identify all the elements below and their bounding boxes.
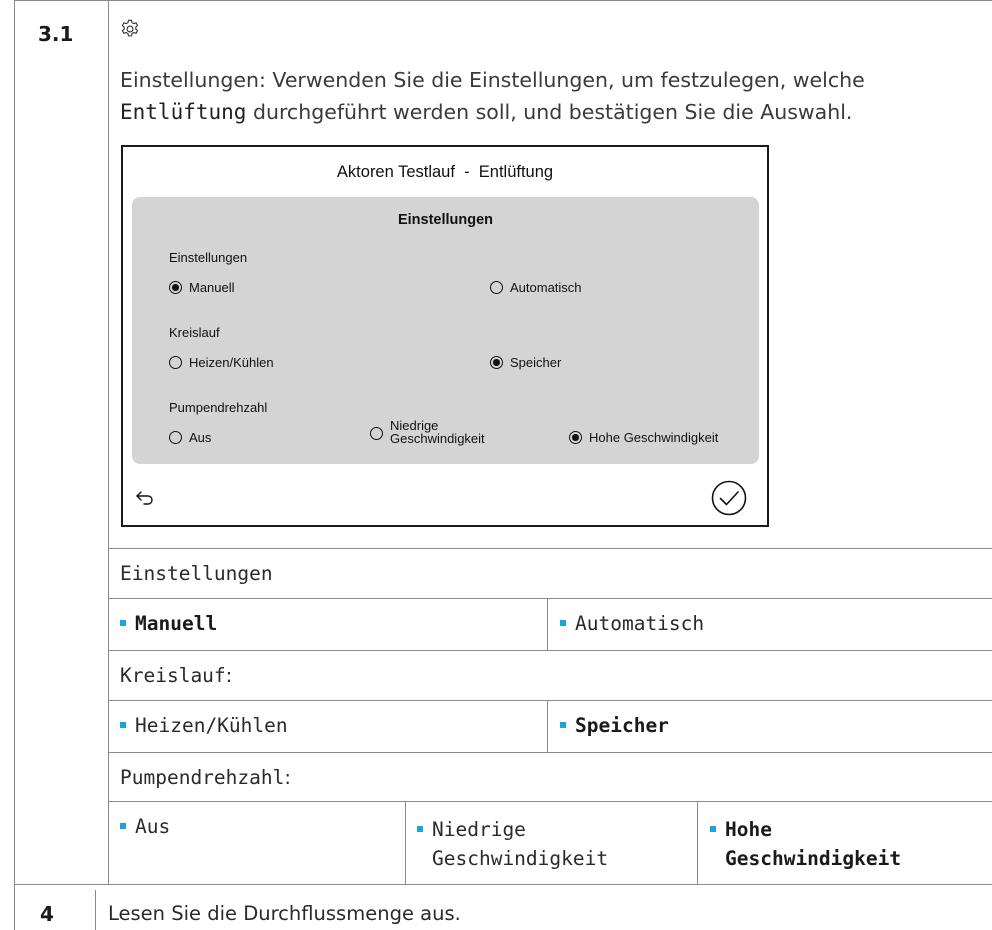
step-4-text: Lesen Sie die Durchflussmenge aus.	[108, 902, 461, 925]
panel-title: Einstellungen	[397, 212, 494, 228]
option-text: Automatisch	[575, 612, 705, 635]
option-label: Hohe Geschwindigkeit	[589, 430, 719, 445]
option-text-line1: Hohe	[725, 818, 772, 841]
row-divider	[108, 752, 992, 753]
screen-title: Aktoren Testlauf - Entlüftung	[336, 163, 554, 181]
option-text-line1: Niedrige	[432, 818, 526, 841]
option-text-line2: Geschwindigkeit	[432, 847, 609, 870]
option-label: Niedrige Geschwindigkeit	[390, 419, 485, 445]
device-screen: Aktoren Testlauf - Entlüftung Einstellun…	[121, 145, 769, 527]
circuit-row-header: Kreislauf:	[120, 664, 232, 687]
option-text-line2: Geschwindigkeit	[725, 847, 902, 870]
step-4-divider	[95, 890, 96, 930]
row-divider	[108, 598, 992, 599]
radio-unselected[interactable]	[169, 356, 182, 369]
back-arrow-icon[interactable]	[135, 489, 155, 505]
settings-row-header: Einstellungen	[120, 562, 273, 585]
option-text: Manuell	[135, 612, 218, 635]
pump-row-header: Pumpendrehzahl:	[120, 766, 291, 789]
bullet-icon	[710, 825, 716, 832]
settings-option-automatisch: Automatisch	[560, 612, 704, 635]
option-text: Speicher	[575, 714, 669, 737]
circuit-option-heizen-kuehlen: Heizen/Kühlen	[120, 714, 288, 737]
radio-selected[interactable]	[169, 281, 182, 294]
instruction-text-after: durchgeführt werden soll, und bestätigen…	[246, 100, 853, 124]
option-niedrige-geschwindigkeit[interactable]: Niedrige Geschwindigkeit	[370, 419, 485, 445]
option-label: Speicher	[510, 355, 562, 370]
option-text: Heizen/Kühlen	[135, 714, 288, 737]
option-label: Manuell	[189, 280, 235, 295]
circuit-header-text: Kreislauf	[120, 664, 226, 687]
option-text: Aus	[135, 815, 171, 838]
table-top-border	[14, 0, 992, 1]
option-label: Heizen/Kühlen	[189, 355, 274, 370]
group-label-pumpendrehzahl: Pumpendrehzahl	[169, 400, 268, 415]
radio-unselected[interactable]	[370, 426, 383, 440]
instruction-text-before: Einstellungen: Verwenden Sie die Einstel…	[120, 68, 865, 92]
step-4-left-border	[14, 884, 15, 930]
radio-selected[interactable]	[569, 431, 582, 444]
bullet-icon	[560, 619, 566, 626]
pump-option-aus: Aus	[120, 815, 170, 838]
option-manuell[interactable]: Manuell	[169, 280, 235, 295]
bullet-icon	[560, 721, 566, 728]
step-3-1-bottom-border	[14, 884, 992, 885]
row-divider	[108, 801, 992, 802]
settings-panel: Einstellungen Einstellungen Manuell Auto…	[132, 197, 759, 464]
instruction-text: Einstellungen: Verwenden Sie die Einstel…	[120, 64, 986, 128]
group-label-einstellungen: Einstellungen	[169, 250, 248, 265]
instruction-code-term: Entlüftung	[120, 100, 247, 124]
bullet-icon	[417, 825, 423, 832]
option-heizen-kuehlen[interactable]: Heizen/Kühlen	[169, 355, 274, 370]
circuit-option-speicher: Speicher	[560, 714, 669, 737]
option-automatisch[interactable]: Automatisch	[490, 280, 582, 295]
step-number: 3.1	[38, 22, 74, 46]
row-divider	[108, 650, 992, 651]
radio-unselected[interactable]	[169, 431, 182, 444]
bullet-icon	[120, 721, 126, 728]
option-label: Automatisch	[510, 280, 582, 295]
pump-option-niedrige: Niedrige Geschwindigkeit	[417, 815, 608, 873]
option-label: Aus	[189, 430, 212, 445]
colon: :	[284, 766, 291, 789]
step-number: 4	[40, 902, 54, 926]
option-label-line2: Geschwindigkeit	[390, 431, 485, 446]
option-hohe-geschwindigkeit[interactable]: Hohe Geschwindigkeit	[569, 430, 718, 445]
colon: :	[225, 664, 233, 687]
cell-divider	[697, 801, 698, 884]
group-label-kreislauf: Kreislauf	[169, 325, 220, 340]
cell-divider	[547, 700, 548, 752]
radio-unselected[interactable]	[490, 281, 503, 294]
cell-divider	[405, 801, 406, 884]
row-divider	[108, 700, 992, 701]
checkmark-circle-icon[interactable]	[711, 480, 747, 516]
bullet-icon	[120, 822, 126, 829]
cell-divider	[547, 598, 548, 650]
gear-icon	[119, 18, 141, 40]
row-divider	[108, 548, 992, 549]
pump-option-hohe: Hohe Geschwindigkeit	[710, 815, 901, 873]
option-speicher[interactable]: Speicher	[490, 355, 561, 370]
settings-option-manuell: Manuell	[120, 612, 217, 635]
option-aus[interactable]: Aus	[169, 430, 211, 445]
pump-header-text: Pumpendrehzahl	[120, 766, 285, 789]
bullet-icon	[120, 619, 126, 626]
table-left-border	[14, 0, 15, 884]
radio-selected[interactable]	[490, 356, 503, 369]
